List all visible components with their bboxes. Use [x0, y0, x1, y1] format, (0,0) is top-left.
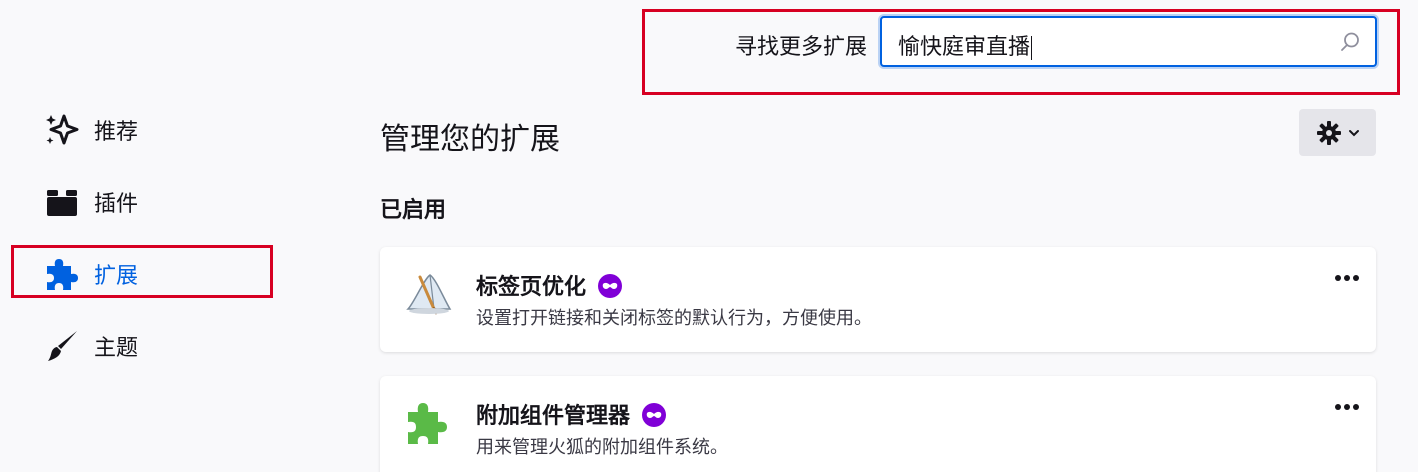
sidebar-item-plugins[interactable]: 插件	[44, 182, 138, 222]
more-options-icon[interactable]	[1334, 273, 1360, 283]
tools-menu-button[interactable]	[1299, 109, 1376, 156]
gear-icon	[1316, 120, 1341, 145]
tab-optimize-icon	[406, 274, 452, 315]
sidebar-item-label: 扩展	[94, 264, 139, 289]
extension-card[interactable]: 附加组件管理器 用来管理火狐的附加组件系统。	[380, 376, 1376, 472]
extension-description: 用来管理火狐的附加组件系统。	[476, 437, 728, 458]
plugin-icon	[44, 184, 80, 220]
page-title: 管理您的扩展	[380, 122, 560, 157]
sidebar-item-recommendations[interactable]: 推荐	[44, 110, 138, 150]
extension-name: 标签页优化	[476, 269, 623, 301]
section-title-enabled: 已启用	[380, 198, 447, 223]
sidebar-item-label: 主题	[94, 336, 139, 361]
sidebar-item-themes[interactable]: 主题	[44, 326, 138, 366]
extension-card[interactable]: 标签页优化 设置打开链接和关闭标签的默认行为，方便使用。	[380, 247, 1376, 352]
sidebar-item-extensions[interactable]: 扩展	[44, 254, 138, 294]
sidebar-item-label: 推荐	[94, 120, 139, 145]
brush-icon	[44, 328, 80, 364]
more-options-icon[interactable]	[1334, 402, 1360, 412]
search-label: 寻找更多扩展	[735, 35, 868, 60]
chevron-down-icon	[1348, 129, 1359, 136]
addons-manager-page: 寻找更多扩展 愉快庭审直播 推荐 插件 扩展 主题 管理您的扩展 已启用 标签页…	[0, 0, 1418, 472]
private-browsing-badge	[642, 403, 667, 427]
search-icon[interactable]	[1339, 31, 1361, 53]
private-browsing-badge	[598, 274, 623, 298]
extension-name: 附加组件管理器	[476, 398, 667, 430]
green-puzzle-icon	[408, 403, 447, 444]
sparkles-icon	[44, 112, 80, 148]
sidebar-item-label: 插件	[94, 192, 139, 217]
mask-icon	[646, 411, 662, 418]
mask-icon	[602, 282, 618, 289]
search-input-value[interactable]: 愉快庭审直播	[898, 29, 1032, 61]
puzzle-icon	[44, 256, 80, 292]
extension-description: 设置打开链接和关闭标签的默认行为，方便使用。	[476, 308, 872, 329]
search-input[interactable]: 愉快庭审直播	[880, 16, 1377, 67]
